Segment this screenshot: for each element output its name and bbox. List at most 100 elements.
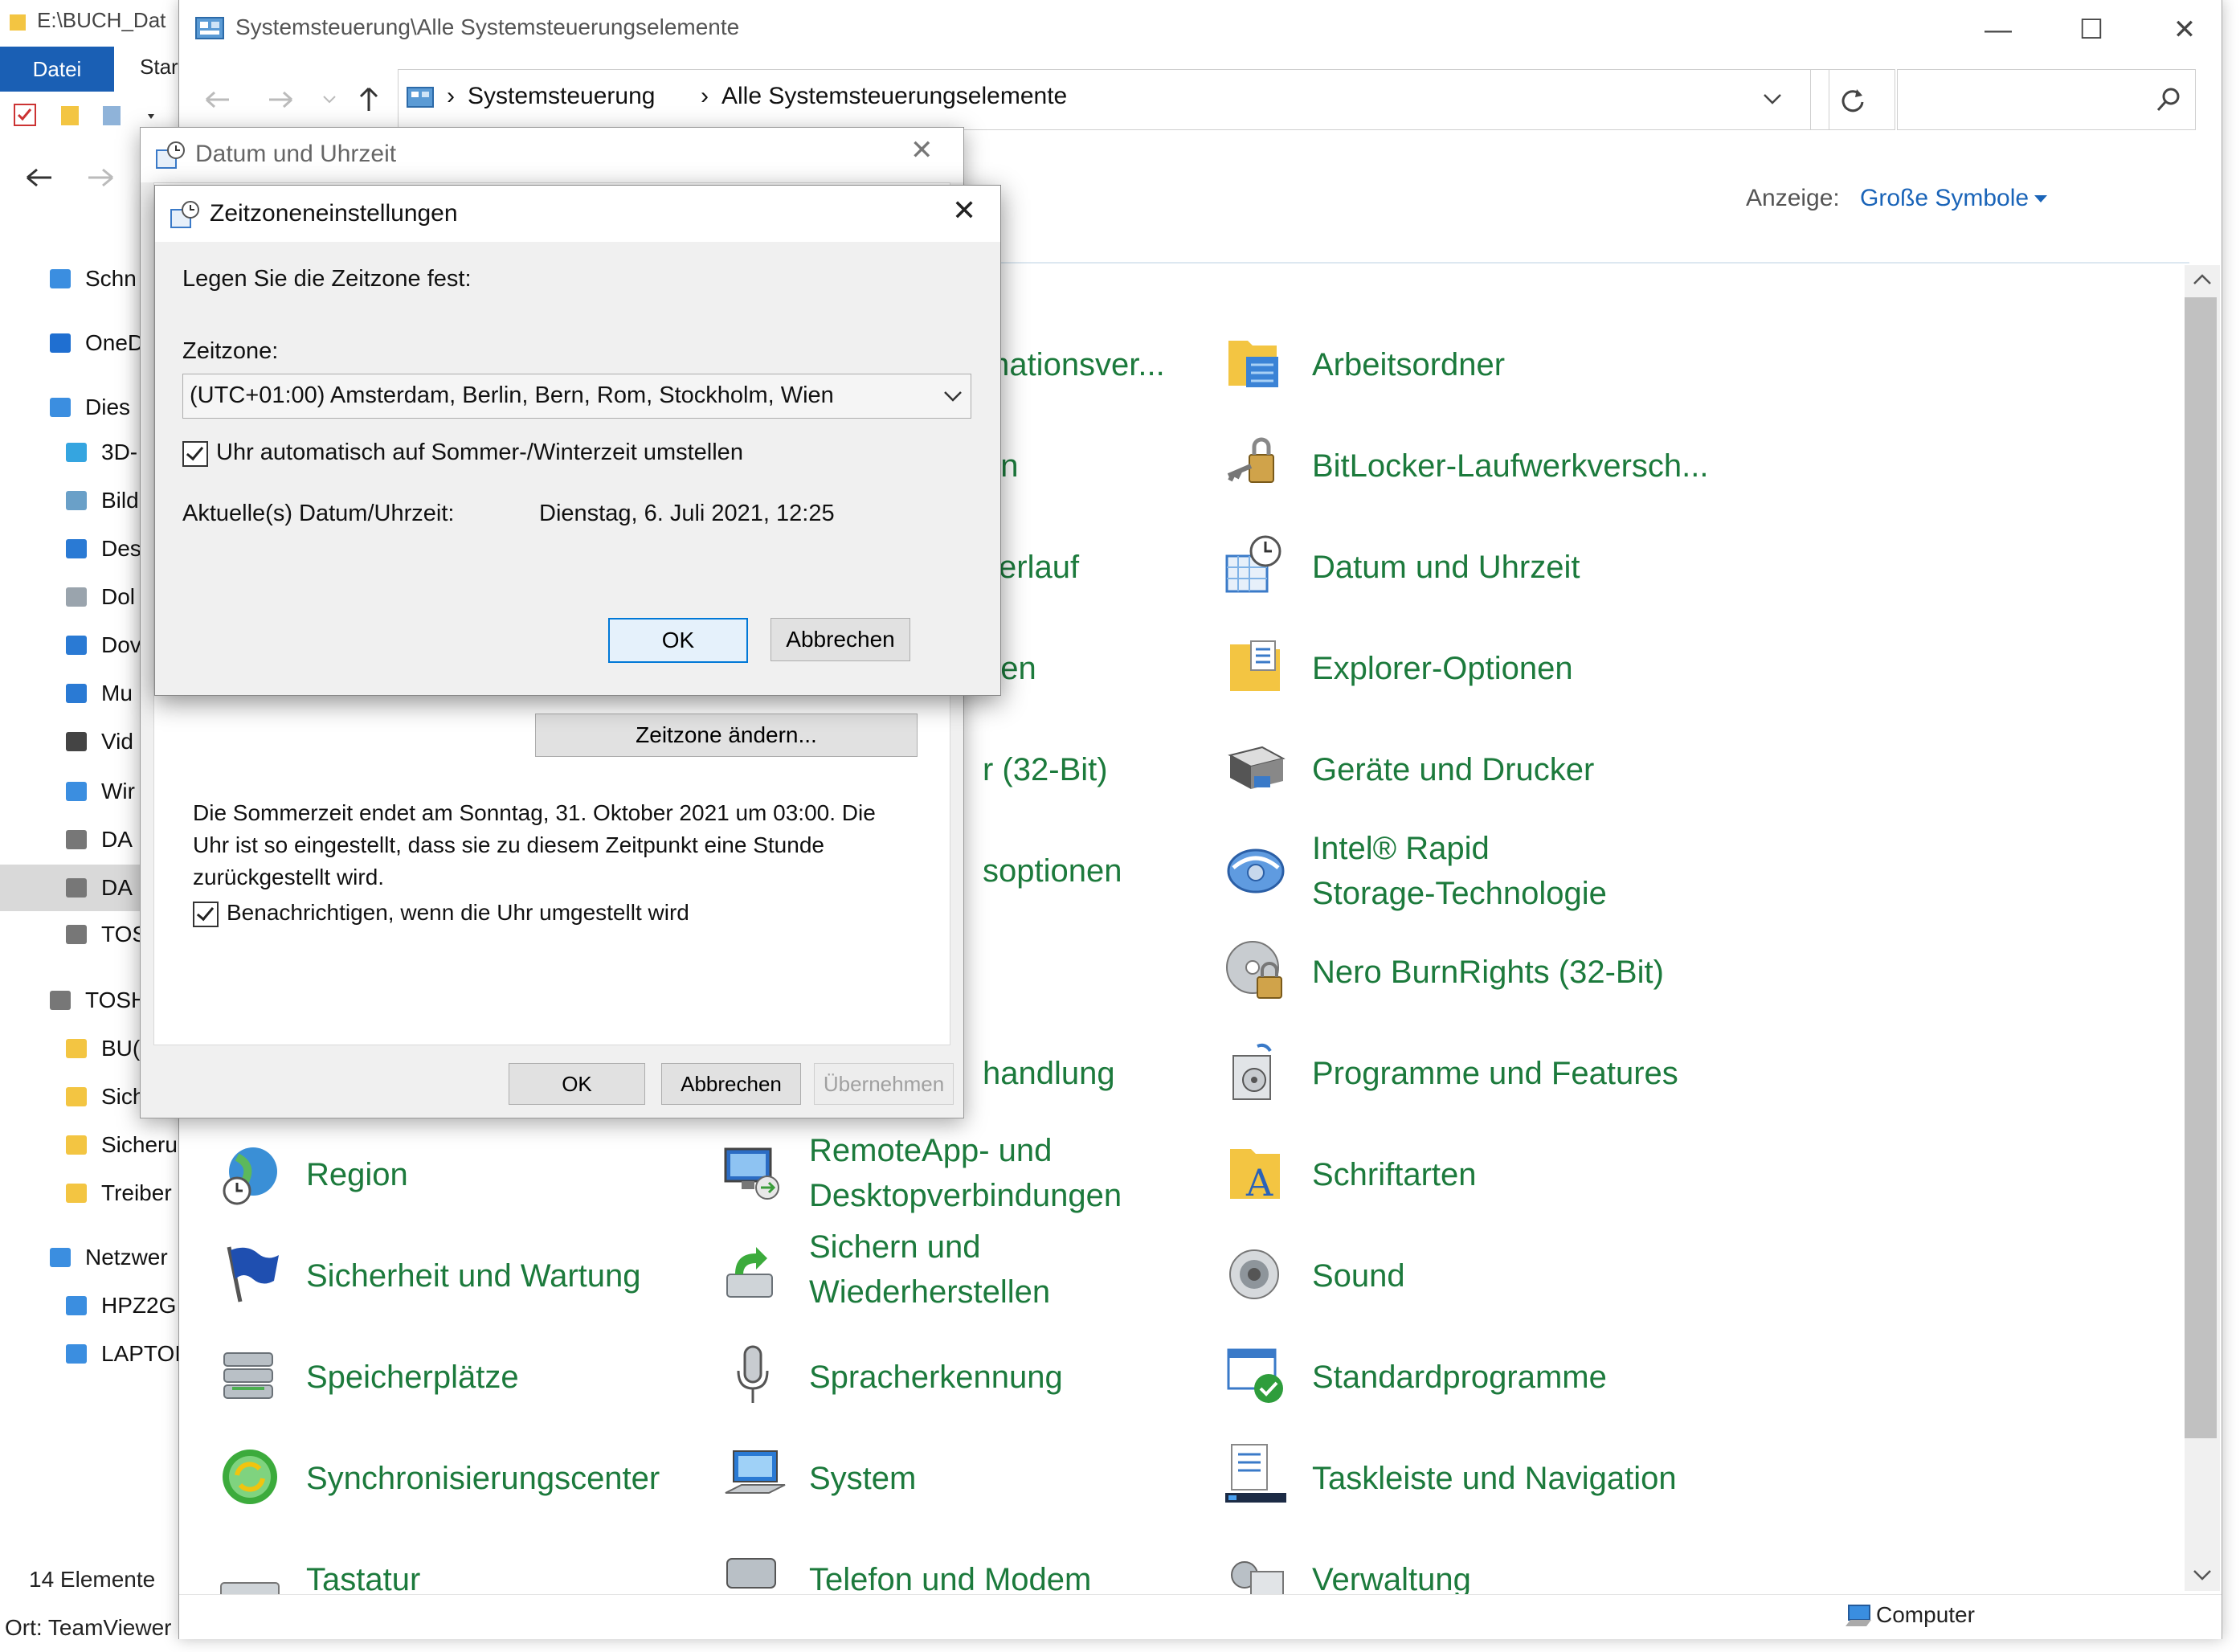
view-label: Anzeige: [1746, 185, 1840, 211]
datum-ok-button[interactable]: OK [509, 1063, 645, 1105]
video-icon [66, 732, 87, 751]
nav-item[interactable]: LAPTOI [0, 1331, 185, 1377]
search-input[interactable] [1897, 69, 2196, 130]
item-sicherheit-wartung[interactable]: Sicherheit und Wartung [306, 1253, 641, 1298]
nav-item-label: Netzwer [85, 1245, 168, 1270]
nav-item-label: Treiber [101, 1180, 172, 1205]
breadcrumb-alle-elemente[interactable]: Alle Systemsteuerungselemente [721, 83, 1067, 110]
nav-item-label: Sicheru [101, 1132, 178, 1157]
svg-text:A: A [1245, 1161, 1273, 1204]
calendar-clock-icon [1225, 535, 1281, 593]
close-button[interactable]: ✕ [2138, 0, 2222, 59]
close-icon[interactable]: ✕ [910, 134, 934, 166]
item-synchronisierungscenter[interactable]: Synchronisierungscenter [306, 1456, 660, 1501]
nav-item[interactable]: Netzwer [0, 1234, 185, 1281]
breadcrumb-systemsteuerung[interactable]: Systemsteuerung [468, 83, 655, 110]
item-remoteapp[interactable]: RemoteApp- und [809, 1128, 1052, 1173]
cube-icon [66, 443, 87, 462]
navigation-buttons[interactable] [203, 84, 396, 116]
change-timezone-button[interactable]: Zeitzone ändern... [535, 714, 918, 757]
ribbon-tab-start[interactable]: Star [140, 55, 178, 80]
nav-item-label: Sich [101, 1084, 145, 1109]
scrollbar-thumb[interactable] [2185, 297, 2217, 1438]
notify-label: Benachrichtigen, wenn die Uhr umgestellt… [227, 900, 689, 925]
item-nero-burnrights[interactable]: Nero BurnRights (32-Bit) [1312, 950, 1664, 995]
item-spracherkennung[interactable]: Spracherkennung [809, 1355, 1063, 1400]
item-sichern-line2[interactable]: Wiederherstellen [809, 1270, 1050, 1315]
item-speicherplaetze[interactable]: Speicherplätze [306, 1355, 519, 1400]
nav-item-label: BU( [101, 1036, 141, 1061]
item-count: 14 Elemente [29, 1567, 156, 1592]
quick-access-toolbar[interactable] [13, 101, 157, 129]
item-intel-rapid[interactable]: Intel® Rapid [1312, 826, 1490, 871]
item-sichern[interactable]: Sichern und [809, 1225, 980, 1270]
datum-cancel-button[interactable]: Abbrechen [661, 1063, 801, 1105]
datum-apply-button[interactable]: Übernehmen [814, 1063, 954, 1105]
item-sound[interactable]: Sound [1312, 1253, 1405, 1298]
desktop-icon [66, 539, 87, 558]
dst-info-line3: zurückgestellt wird. [193, 865, 385, 889]
item-taskleiste[interactable]: Taskleiste und Navigation [1312, 1456, 1677, 1501]
taskbar-icon [1225, 1444, 1286, 1503]
folder-icon [66, 1184, 87, 1203]
item-remoteapp-line2[interactable]: Desktopverbindungen [809, 1173, 1122, 1218]
nav-item[interactable]: HPZ2G [0, 1282, 185, 1329]
item-geraete-drucker[interactable]: Geräte und Drucker [1312, 747, 1594, 792]
item-programme-features[interactable]: Programme und Features [1312, 1051, 1678, 1096]
drive-icon [50, 991, 71, 1010]
item-bitlocker[interactable]: BitLocker-Laufwerkversch... [1312, 444, 1709, 489]
view-selector[interactable]: Große Symbole [1860, 185, 2029, 212]
item-partial-7[interactable]: handlung [983, 1051, 1115, 1096]
refresh-button[interactable] [1810, 69, 1895, 130]
item-schriftarten[interactable]: Schriftarten [1312, 1152, 1477, 1197]
auto-dst-checkbox[interactable] [182, 441, 208, 467]
nav-item-label: DA [101, 875, 133, 900]
nav-item-label: Wir [101, 779, 135, 804]
computer-icon [50, 398, 71, 417]
back-forward-buttons[interactable] [24, 166, 121, 190]
fonts-icon: A [1230, 1149, 1280, 1204]
drive-icon [66, 878, 87, 898]
zone-ok-button[interactable]: OK [608, 618, 748, 663]
nav-item[interactable]: Treiber [0, 1170, 185, 1217]
work-folders-icon [1228, 341, 1278, 387]
item-standardprogramme[interactable]: Standardprogramme [1312, 1355, 1607, 1400]
item-partial-6[interactable]: soptionen [983, 848, 1122, 893]
item-system[interactable]: System [809, 1456, 916, 1501]
windows-drive-icon [66, 782, 87, 801]
item-intel-rapid-line2[interactable]: Storage-Technologie [1312, 871, 1607, 916]
location-text: Ort: TeamViewer [5, 1615, 172, 1640]
scroll-up-icon[interactable] [2193, 272, 2212, 288]
notify-checkbox[interactable] [193, 902, 219, 927]
close-icon[interactable]: ✕ [952, 194, 976, 227]
address-bar[interactable]: › Systemsteuerung › Alle Systemsteuerung… [398, 69, 1829, 130]
item-arbeitsordner[interactable]: Arbeitsordner [1312, 342, 1505, 387]
scroll-down-icon[interactable] [2193, 1567, 2212, 1583]
nav-item-label: Mu [101, 681, 133, 705]
chevron-down-icon[interactable] [1763, 91, 1782, 107]
item-partial-5[interactable]: r (32-Bit) [983, 747, 1108, 792]
minimize-button[interactable]: — [1952, 0, 2045, 59]
storage-stack-icon [223, 1352, 273, 1399]
folder-icon [10, 14, 26, 31]
timezone-select[interactable]: (UTC+01:00) Amsterdam, Berlin, Bern, Rom… [182, 374, 971, 419]
maximize-button[interactable]: ☐ [2045, 0, 2138, 59]
pc-icon [66, 1296, 87, 1315]
zone-cancel-button[interactable]: Abbrechen [771, 618, 910, 661]
item-region[interactable]: Region [306, 1152, 408, 1197]
item-explorer-optionen[interactable]: Explorer-Optionen [1312, 646, 1573, 691]
status-zone-computer: Computer [1876, 1602, 1975, 1627]
printer-icon [1228, 746, 1286, 789]
drive-icon [66, 925, 87, 944]
item-datum-uhrzeit[interactable]: Datum und Uhrzeit [1312, 545, 1580, 590]
backup-icon [726, 1247, 773, 1298]
remote-desktop-icon [724, 1147, 779, 1200]
cloud-icon [50, 333, 71, 353]
nav-item[interactable]: Sicheru [0, 1122, 185, 1168]
caret-down-icon[interactable] [2034, 194, 2048, 204]
item-partial-1[interactable]: mationsver... [983, 342, 1165, 387]
flag-icon [227, 1246, 279, 1302]
ribbon-tab-datei[interactable]: Datei [0, 47, 114, 92]
current-datetime-label: Aktuelle(s) Datum/Uhrzeit: [182, 501, 455, 526]
nav-item-label: Dies [85, 395, 131, 419]
